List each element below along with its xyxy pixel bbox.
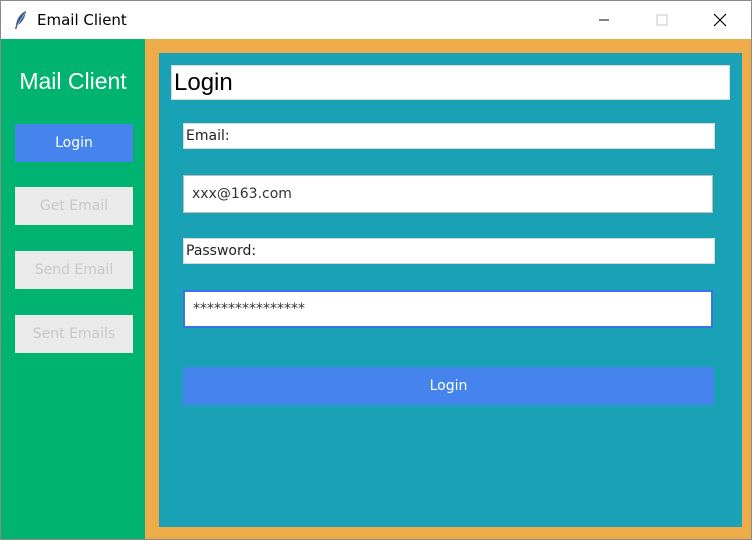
close-icon xyxy=(713,13,727,27)
login-button[interactable]: Login xyxy=(183,367,714,405)
title-bar[interactable]: Email Client xyxy=(1,1,751,39)
page-title: Login xyxy=(171,65,730,100)
sidebar-item-get-email[interactable]: Get Email xyxy=(15,187,133,225)
sidebar-item-sent-emails[interactable]: Sent Emails xyxy=(15,315,133,353)
password-label: Password: xyxy=(183,238,715,264)
app-window: Email Client Mail Client Login Get Email… xyxy=(0,0,752,540)
email-field[interactable] xyxy=(183,175,713,213)
sidebar-title: Mail Client xyxy=(19,68,127,94)
maximize-button[interactable] xyxy=(633,1,691,39)
sidebar-item-send-email[interactable]: Send Email xyxy=(15,251,133,289)
password-field[interactable] xyxy=(183,290,713,328)
login-panel: Login Email: Password: Login xyxy=(159,53,742,527)
window-title: Email Client xyxy=(37,11,127,29)
close-button[interactable] xyxy=(691,1,749,39)
minimize-button[interactable] xyxy=(575,1,633,39)
sidebar: Mail Client Login Get Email Send Email S… xyxy=(1,39,145,539)
sidebar-item-login[interactable]: Login xyxy=(15,124,133,162)
content-frame: Login Email: Password: Login xyxy=(145,39,751,539)
feather-icon xyxy=(13,10,29,30)
email-label: Email: xyxy=(183,123,715,149)
